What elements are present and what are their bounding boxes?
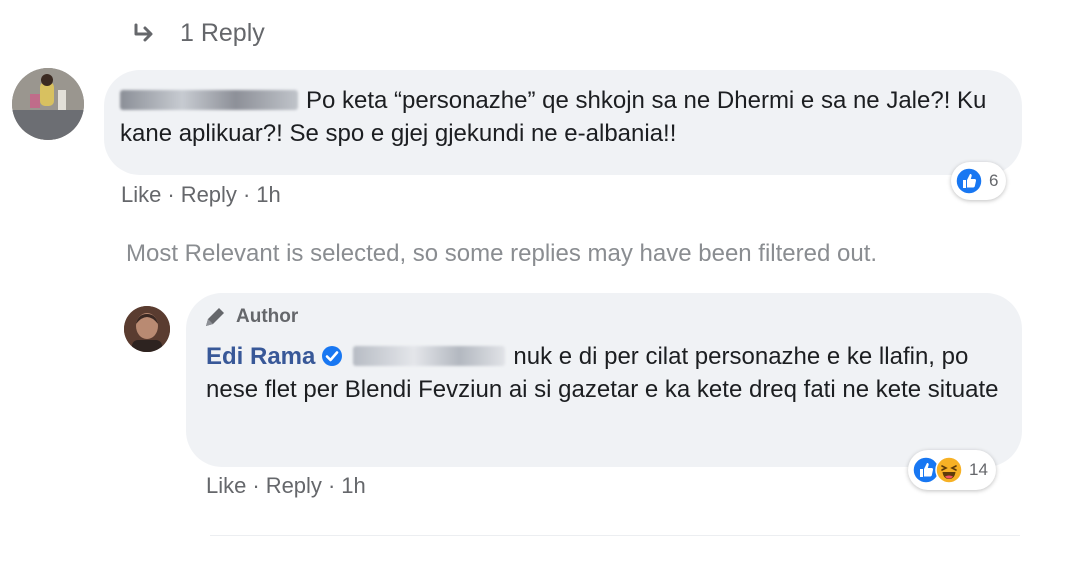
- view-replies-label: 1 Reply: [180, 18, 265, 47]
- verified-icon: [322, 346, 343, 366]
- like-button[interactable]: Like: [206, 473, 246, 499]
- separator: ·: [167, 182, 175, 207]
- separator: ·: [252, 473, 260, 498]
- haha-icon: [935, 456, 963, 484]
- profile-photo: [124, 306, 170, 352]
- filter-notice: Most Relevant is selected, so some repli…: [126, 240, 878, 267]
- comment-actions: Like · Reply · 1h: [121, 182, 281, 208]
- blurred-author-name[interactable]: [120, 90, 298, 110]
- profile-photo: [12, 68, 84, 140]
- reply-body: Edi Rama nuk e di per cilat personazhe e…: [206, 340, 1006, 406]
- reaction-summary[interactable]: 14: [908, 450, 996, 490]
- view-replies-link[interactable]: 1 Reply: [132, 16, 265, 50]
- reaction-summary[interactable]: 6: [951, 162, 1007, 200]
- reply-button[interactable]: Reply: [266, 473, 322, 499]
- avatar[interactable]: [12, 68, 84, 140]
- reaction-count: 14: [969, 460, 988, 479]
- author-badge: Author: [202, 303, 298, 331]
- pen-icon: [206, 308, 224, 326]
- reply-actions: Like · Reply · 1h: [206, 473, 366, 499]
- like-icon: [955, 167, 983, 195]
- reaction-count: 6: [989, 171, 999, 190]
- author-badge-label: Author: [236, 306, 299, 327]
- reply-button[interactable]: Reply: [181, 182, 237, 208]
- timestamp-link[interactable]: 1h: [256, 182, 280, 208]
- divider: [210, 535, 1020, 536]
- separator: ·: [242, 182, 251, 207]
- avatar[interactable]: [124, 306, 170, 352]
- blurred-mention[interactable]: [353, 346, 506, 366]
- like-button[interactable]: Like: [121, 182, 161, 208]
- author-name-link[interactable]: Edi Rama: [206, 343, 315, 370]
- reply-arrow-icon: [134, 23, 153, 42]
- timestamp-link[interactable]: 1h: [341, 473, 365, 499]
- separator: ·: [327, 473, 336, 498]
- comment-body: Po keta “personazhe” qe shkojn sa ne Dhe…: [120, 84, 1010, 150]
